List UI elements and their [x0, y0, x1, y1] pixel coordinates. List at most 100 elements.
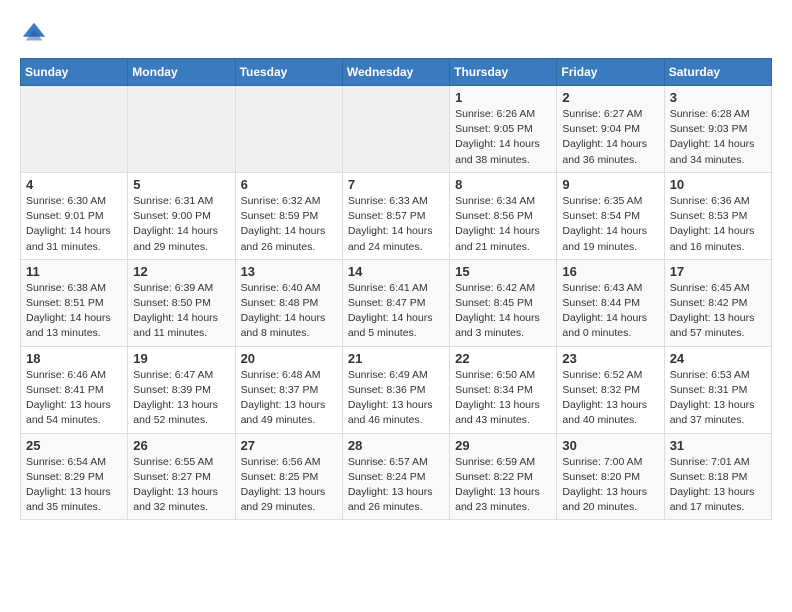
calendar-cell: 1Sunrise: 6:26 AM Sunset: 9:05 PM Daylig… [450, 86, 557, 173]
day-number: 7 [348, 177, 444, 192]
day-number: 26 [133, 438, 229, 453]
calendar-cell [128, 86, 235, 173]
header-monday: Monday [128, 59, 235, 86]
calendar-cell: 28 Sunrise: 6:57 AM Sunset: 8:24 PM Dayli… [342, 433, 449, 520]
day-number: 3 [670, 90, 766, 105]
header-friday: Friday [557, 59, 664, 86]
header-thursday: Thursday [450, 59, 557, 86]
calendar-cell: 12 Sunrise: 6:39 AM Sunset: 8:50 PM Dayli… [128, 259, 235, 346]
week-row-5: 25 Sunrise: 6:54 AM Sunset: 8:29 PM Dayli… [21, 433, 772, 520]
week-row-3: 11 Sunrise: 6:38 AM Sunset: 8:51 PM Dayli… [21, 259, 772, 346]
logo-icon [20, 20, 48, 48]
day-info: Sunrise: 6:34 AM Sunset: 8:56 PM Dayligh… [455, 194, 551, 255]
day-number: 15 [455, 264, 551, 279]
calendar-cell: 26 Sunrise: 6:55 AM Sunset: 8:27 PM Dayli… [128, 433, 235, 520]
day-number: 28 [348, 438, 444, 453]
day-number: 10 [670, 177, 766, 192]
day-info: Sunrise: 7:01 AM Sunset: 8:18 PM Dayligh… [670, 455, 766, 516]
day-number: 4 [26, 177, 122, 192]
calendar-cell [342, 86, 449, 173]
day-number: 6 [241, 177, 337, 192]
day-number: 27 [241, 438, 337, 453]
calendar-cell: 29Sunrise: 6:59 AM Sunset: 8:22 PM Dayli… [450, 433, 557, 520]
calendar-cell: 5 Sunrise: 6:31 AM Sunset: 9:00 PM Daylig… [128, 172, 235, 259]
day-number: 21 [348, 351, 444, 366]
day-info: Sunrise: 6:48 AM Sunset: 8:37 PM Dayligh… [241, 368, 337, 429]
calendar-header: SundayMondayTuesdayWednesdayThursdayFrid… [21, 59, 772, 86]
day-number: 23 [562, 351, 658, 366]
day-info: Sunrise: 6:33 AM Sunset: 8:57 PM Dayligh… [348, 194, 444, 255]
day-number: 30 [562, 438, 658, 453]
day-info: Sunrise: 6:54 AM Sunset: 8:29 PM Dayligh… [26, 455, 122, 516]
calendar-cell: 10 Sunrise: 6:36 AM Sunset: 8:53 PM Dayli… [664, 172, 771, 259]
day-number: 17 [670, 264, 766, 279]
day-info: Sunrise: 6:35 AM Sunset: 8:54 PM Dayligh… [562, 194, 658, 255]
day-number: 29 [455, 438, 551, 453]
day-number: 11 [26, 264, 122, 279]
day-number: 19 [133, 351, 229, 366]
day-number: 13 [241, 264, 337, 279]
calendar-cell: 23 Sunrise: 6:52 AM Sunset: 8:32 PM Dayli… [557, 346, 664, 433]
day-number: 14 [348, 264, 444, 279]
day-number: 1 [455, 90, 551, 105]
header-row: SundayMondayTuesdayWednesdayThursdayFrid… [21, 59, 772, 86]
calendar-cell: 27 Sunrise: 6:56 AM Sunset: 8:25 PM Dayli… [235, 433, 342, 520]
day-info: Sunrise: 6:31 AM Sunset: 9:00 PM Dayligh… [133, 194, 229, 255]
day-number: 12 [133, 264, 229, 279]
logo [20, 20, 52, 48]
day-info: Sunrise: 6:40 AM Sunset: 8:48 PM Dayligh… [241, 281, 337, 342]
calendar-cell: 14 Sunrise: 6:41 AM Sunset: 8:47 PM Dayli… [342, 259, 449, 346]
day-info: Sunrise: 6:36 AM Sunset: 8:53 PM Dayligh… [670, 194, 766, 255]
day-number: 8 [455, 177, 551, 192]
calendar-cell: 3Sunrise: 6:28 AM Sunset: 9:03 PM Daylig… [664, 86, 771, 173]
day-info: Sunrise: 6:39 AM Sunset: 8:50 PM Dayligh… [133, 281, 229, 342]
day-number: 31 [670, 438, 766, 453]
day-info: Sunrise: 6:38 AM Sunset: 8:51 PM Dayligh… [26, 281, 122, 342]
header-wednesday: Wednesday [342, 59, 449, 86]
day-info: Sunrise: 6:41 AM Sunset: 8:47 PM Dayligh… [348, 281, 444, 342]
calendar-body: 1Sunrise: 6:26 AM Sunset: 9:05 PM Daylig… [21, 86, 772, 520]
week-row-1: 1Sunrise: 6:26 AM Sunset: 9:05 PM Daylig… [21, 86, 772, 173]
day-number: 24 [670, 351, 766, 366]
day-info: Sunrise: 6:27 AM Sunset: 9:04 PM Dayligh… [562, 107, 658, 168]
calendar-cell: 2 Sunrise: 6:27 AM Sunset: 9:04 PM Daylig… [557, 86, 664, 173]
calendar-cell: 22 Sunrise: 6:50 AM Sunset: 8:34 PM Dayli… [450, 346, 557, 433]
calendar-cell: 19Sunrise: 6:47 AM Sunset: 8:39 PM Dayli… [128, 346, 235, 433]
week-row-4: 18Sunrise: 6:46 AM Sunset: 8:41 PM Dayli… [21, 346, 772, 433]
day-number: 22 [455, 351, 551, 366]
day-info: Sunrise: 6:53 AM Sunset: 8:31 PM Dayligh… [670, 368, 766, 429]
day-info: Sunrise: 6:42 AM Sunset: 8:45 PM Dayligh… [455, 281, 551, 342]
calendar-table: SundayMondayTuesdayWednesdayThursdayFrid… [20, 58, 772, 520]
calendar-cell [21, 86, 128, 173]
day-info: Sunrise: 7:00 AM Sunset: 8:20 PM Dayligh… [562, 455, 658, 516]
calendar-cell: 7 Sunrise: 6:33 AM Sunset: 8:57 PM Daylig… [342, 172, 449, 259]
header-sunday: Sunday [21, 59, 128, 86]
day-info: Sunrise: 6:43 AM Sunset: 8:44 PM Dayligh… [562, 281, 658, 342]
day-number: 5 [133, 177, 229, 192]
day-number: 9 [562, 177, 658, 192]
calendar-cell: 8 Sunrise: 6:34 AM Sunset: 8:56 PM Daylig… [450, 172, 557, 259]
calendar-cell: 21Sunrise: 6:49 AM Sunset: 8:36 PM Dayli… [342, 346, 449, 433]
day-info: Sunrise: 6:52 AM Sunset: 8:32 PM Dayligh… [562, 368, 658, 429]
day-info: Sunrise: 6:50 AM Sunset: 8:34 PM Dayligh… [455, 368, 551, 429]
calendar-cell: 6Sunrise: 6:32 AM Sunset: 8:59 PM Daylig… [235, 172, 342, 259]
calendar-cell: 20 Sunrise: 6:48 AM Sunset: 8:37 PM Dayli… [235, 346, 342, 433]
page-header [20, 20, 772, 48]
day-info: Sunrise: 6:57 AM Sunset: 8:24 PM Dayligh… [348, 455, 444, 516]
day-number: 2 [562, 90, 658, 105]
calendar-cell: 9 Sunrise: 6:35 AM Sunset: 8:54 PM Daylig… [557, 172, 664, 259]
calendar-cell: 24 Sunrise: 6:53 AM Sunset: 8:31 PM Dayli… [664, 346, 771, 433]
day-info: Sunrise: 6:55 AM Sunset: 8:27 PM Dayligh… [133, 455, 229, 516]
calendar-cell: 16 Sunrise: 6:43 AM Sunset: 8:44 PM Dayli… [557, 259, 664, 346]
day-info: Sunrise: 6:56 AM Sunset: 8:25 PM Dayligh… [241, 455, 337, 516]
calendar-cell: 13 Sunrise: 6:40 AM Sunset: 8:48 PM Dayli… [235, 259, 342, 346]
calendar-cell: 30 Sunrise: 7:00 AM Sunset: 8:20 PM Dayli… [557, 433, 664, 520]
day-number: 25 [26, 438, 122, 453]
day-info: Sunrise: 6:46 AM Sunset: 8:41 PM Dayligh… [26, 368, 122, 429]
day-number: 16 [562, 264, 658, 279]
calendar-cell: 17Sunrise: 6:45 AM Sunset: 8:42 PM Dayli… [664, 259, 771, 346]
day-info: Sunrise: 6:30 AM Sunset: 9:01 PM Dayligh… [26, 194, 122, 255]
calendar-cell: 25 Sunrise: 6:54 AM Sunset: 8:29 PM Dayli… [21, 433, 128, 520]
day-number: 20 [241, 351, 337, 366]
header-saturday: Saturday [664, 59, 771, 86]
